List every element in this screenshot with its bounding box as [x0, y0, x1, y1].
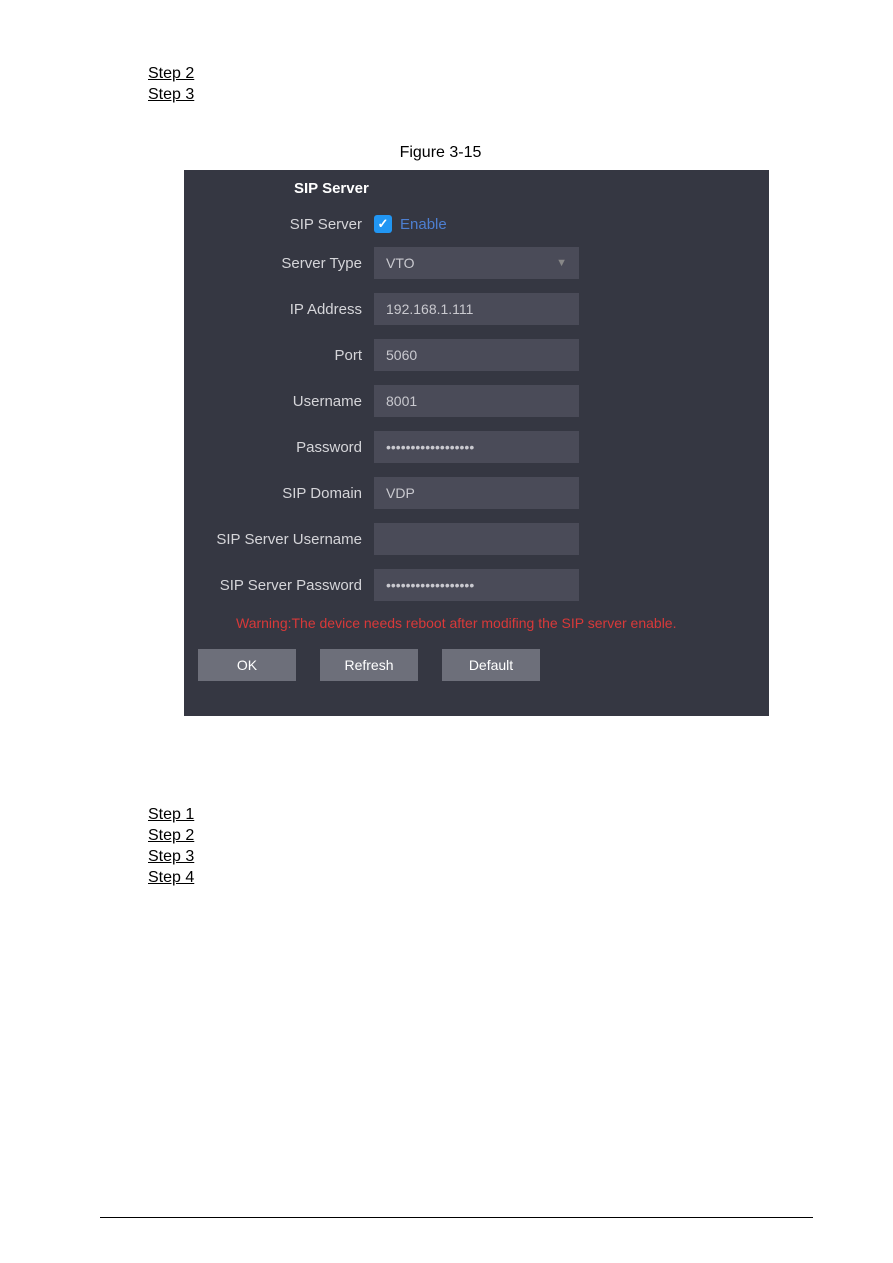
label-sip-server-username: SIP Server Username	[204, 531, 374, 548]
label-sip-domain: SIP Domain	[204, 485, 374, 502]
step-link-2[interactable]: Step 2	[148, 65, 793, 83]
enable-checkbox[interactable]: ✓	[374, 215, 392, 233]
label-ip-address: IP Address	[204, 301, 374, 318]
row-server-type: Server Type VTO ▼	[184, 247, 769, 279]
steps-bottom-group: Step 1 Step 2 Step 3 Step 4	[148, 806, 793, 887]
step-link-b3[interactable]: Step 3	[148, 848, 793, 866]
row-sip-server-username: SIP Server Username	[184, 523, 769, 555]
row-port: Port	[184, 339, 769, 371]
step-link-b4[interactable]: Step 4	[148, 869, 793, 887]
port-input[interactable]	[374, 339, 579, 371]
enable-label: Enable	[400, 216, 447, 233]
label-username: Username	[204, 393, 374, 410]
label-port: Port	[204, 347, 374, 364]
steps-top-group: Step 2 Step 3	[148, 65, 793, 104]
row-password: Password	[184, 431, 769, 463]
row-sip-server-password: SIP Server Password	[184, 569, 769, 601]
chevron-down-icon: ▼	[556, 257, 567, 269]
sip-config-panel: SIP Server SIP Server ✓ Enable Server Ty…	[184, 170, 769, 716]
panel-title: SIP Server	[184, 170, 769, 215]
step-link-b2[interactable]: Step 2	[148, 827, 793, 845]
row-username: Username	[184, 385, 769, 417]
default-button[interactable]: Default	[442, 649, 540, 681]
ok-button[interactable]: OK	[198, 649, 296, 681]
username-input[interactable]	[374, 385, 579, 417]
figure-label: Figure 3-15	[88, 144, 793, 162]
row-ip-address: IP Address	[184, 293, 769, 325]
label-sip-server-password: SIP Server Password	[204, 577, 374, 594]
button-row: OK Refresh Default	[184, 649, 769, 681]
step-link-3[interactable]: Step 3	[148, 86, 793, 104]
step-link-b1[interactable]: Step 1	[148, 806, 793, 824]
label-password: Password	[204, 439, 374, 456]
refresh-button[interactable]: Refresh	[320, 649, 418, 681]
row-sip-server: SIP Server ✓ Enable	[184, 215, 769, 233]
sip-server-password-input[interactable]	[374, 569, 579, 601]
server-type-select[interactable]: VTO ▼	[374, 247, 579, 279]
footer-divider	[100, 1217, 813, 1218]
sip-server-username-input[interactable]	[374, 523, 579, 555]
label-server-type: Server Type	[204, 255, 374, 272]
server-type-value: VTO	[386, 255, 415, 271]
ip-address-input[interactable]	[374, 293, 579, 325]
check-icon: ✓	[378, 216, 389, 232]
warning-message: Warning:The device needs reboot after mo…	[184, 615, 769, 631]
password-input[interactable]	[374, 431, 579, 463]
row-sip-domain: SIP Domain	[184, 477, 769, 509]
label-sip-server: SIP Server	[204, 216, 374, 233]
sip-domain-input[interactable]	[374, 477, 579, 509]
